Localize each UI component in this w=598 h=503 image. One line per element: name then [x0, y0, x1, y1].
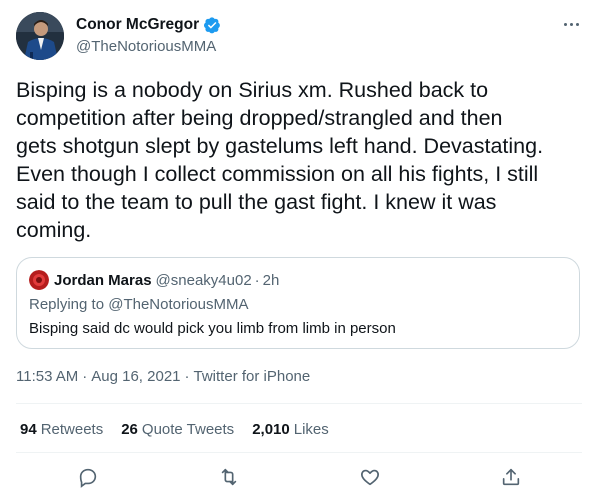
- quote-avatar[interactable]: [29, 270, 49, 290]
- retweets-count: 94: [20, 421, 37, 438]
- quote-handle[interactable]: @sneaky4u02: [156, 272, 252, 289]
- share-icon[interactable]: [496, 462, 526, 492]
- display-name-row: Conor McGregor: [76, 15, 221, 35]
- likes-count: 2,010: [252, 421, 290, 438]
- divider: [16, 403, 582, 404]
- more-icon[interactable]: [560, 16, 582, 32]
- reply-icon[interactable]: [73, 462, 103, 492]
- quote-tweet[interactable]: Jordan Maras @sneaky4u02 · 2h Replying t…: [16, 257, 580, 349]
- retweet-icon[interactable]: [214, 462, 244, 492]
- meta-separator: ·: [184, 368, 190, 385]
- divider: [16, 452, 582, 453]
- tweet-stats: 94 Retweets 26 Quote Tweets 2,010 Likes: [20, 421, 329, 438]
- tweet-text: Bisping is a nobody on Sirius xm. Rushed…: [16, 78, 544, 242]
- quotes-count: 26: [121, 421, 138, 438]
- like-icon[interactable]: [355, 462, 385, 492]
- quotes-stat[interactable]: 26 Quote Tweets: [121, 421, 234, 438]
- tweet-source[interactable]: Twitter for iPhone: [194, 368, 311, 385]
- author-names: Conor McGregor @TheNotoriousMMA: [76, 15, 221, 55]
- likes-label: Likes: [293, 421, 329, 438]
- meta-separator: ·: [82, 368, 88, 385]
- retweets-stat[interactable]: 94 Retweets: [20, 421, 103, 438]
- tweet-date[interactable]: Aug 16, 2021: [91, 368, 180, 385]
- quote-replying-to: Replying to @TheNotoriousMMA: [29, 296, 249, 313]
- tweet-header: Conor McGregor @TheNotoriousMMA: [16, 12, 582, 62]
- quote-time[interactable]: 2h: [263, 272, 280, 289]
- retweets-label: Retweets: [40, 421, 104, 438]
- quote-header: Jordan Maras @sneaky4u02 · 2h: [29, 270, 279, 290]
- quotes-label: Quote Tweets: [141, 421, 235, 438]
- quote-display-name[interactable]: Jordan Maras: [54, 272, 152, 289]
- verified-icon: [203, 16, 221, 34]
- tweet-time[interactable]: 11:53 AM: [16, 368, 78, 385]
- replying-prefix: Replying to: [29, 296, 105, 313]
- author-display-name[interactable]: Conor McGregor: [76, 16, 199, 34]
- replying-mention[interactable]: @TheNotoriousMMA: [108, 296, 248, 313]
- quote-text: Bisping said dc would pick you limb from…: [29, 320, 396, 337]
- quote-separator: ·: [254, 271, 260, 289]
- tweet-meta: 11:53 AM · Aug 16, 2021 · Twitter for iPhone: [16, 368, 310, 385]
- author-handle[interactable]: @TheNotoriousMMA: [76, 38, 221, 55]
- tweet-actions: [0, 462, 598, 492]
- likes-stat[interactable]: 2,010 Likes: [252, 421, 329, 438]
- author-avatar[interactable]: [16, 12, 64, 60]
- tweet: Conor McGregor @TheNotoriousMMA Bisping …: [0, 0, 598, 503]
